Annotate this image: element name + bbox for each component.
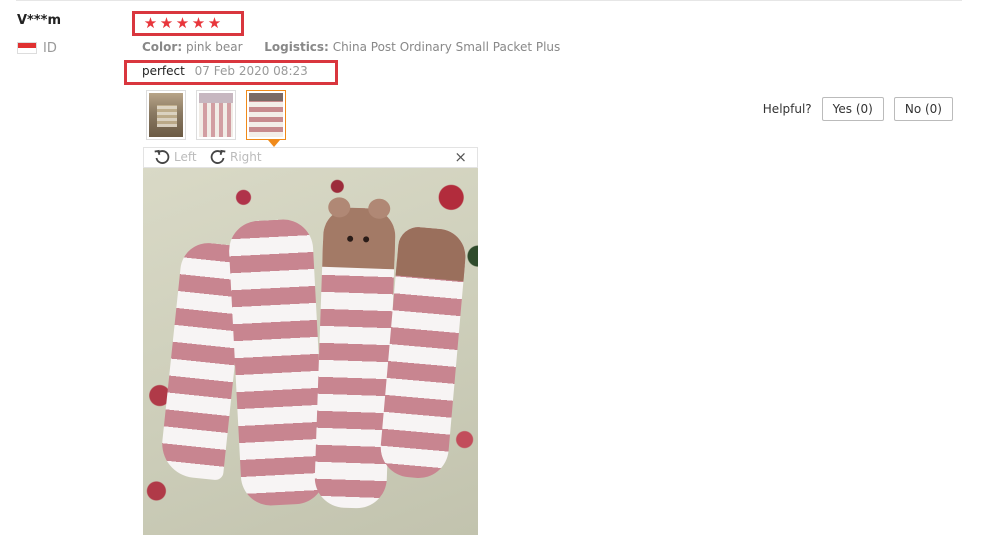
review-photo-thumbnail[interactable]: [196, 90, 236, 140]
helpful-vote: Helpful? Yes (0) No (0): [763, 97, 953, 121]
review-photo-large: [143, 168, 478, 535]
review-date: 07 Feb 2020 08:23: [194, 64, 308, 78]
reviewer-name: V***m: [17, 13, 62, 28]
divider: [16, 0, 962, 1]
rotate-right-label: Right: [230, 150, 262, 164]
close-icon[interactable]: ×: [454, 148, 467, 167]
feedback-text: perfect: [142, 64, 185, 78]
logistics-value: China Post Ordinary Small Packet Plus: [332, 40, 561, 54]
review-thumbnails: [146, 90, 286, 140]
rotate-right-icon: [210, 149, 226, 165]
feedback-line: perfect 07 Feb 2020 08:23: [142, 64, 308, 78]
review-photo-thumbnail[interactable]: [146, 90, 186, 140]
photo-sock-bear: [313, 196, 397, 510]
flag-icon: [17, 42, 37, 54]
star-icon: ★: [207, 14, 222, 32]
color-value: pink bear: [185, 40, 243, 54]
star-rating: ★ ★ ★ ★ ★: [143, 15, 222, 31]
star-icon: ★: [159, 14, 174, 32]
order-info: Color: pink bear Logistics: China Post O…: [142, 40, 560, 54]
rotate-left-button[interactable]: Left: [154, 149, 197, 165]
star-icon: ★: [143, 14, 158, 32]
image-viewer-toolbar: Left Right ×: [143, 147, 478, 168]
rotate-right-button[interactable]: Right: [210, 149, 262, 165]
star-icon: ★: [191, 14, 206, 32]
helpful-no-button[interactable]: No (0): [893, 97, 953, 121]
photo-sock: [227, 217, 327, 508]
rotate-left-icon: [154, 149, 170, 165]
selected-thumb-caret: [268, 140, 280, 147]
rotate-left-label: Left: [174, 150, 197, 164]
star-icon: ★: [175, 14, 190, 32]
helpful-label: Helpful?: [762, 102, 812, 116]
color-label: Color:: [142, 40, 183, 54]
country-code: ID: [43, 41, 57, 56]
helpful-yes-button[interactable]: Yes (0): [821, 97, 884, 121]
review-photo-thumbnail-selected[interactable]: [246, 90, 286, 140]
logistics-label: Logistics:: [264, 40, 329, 54]
